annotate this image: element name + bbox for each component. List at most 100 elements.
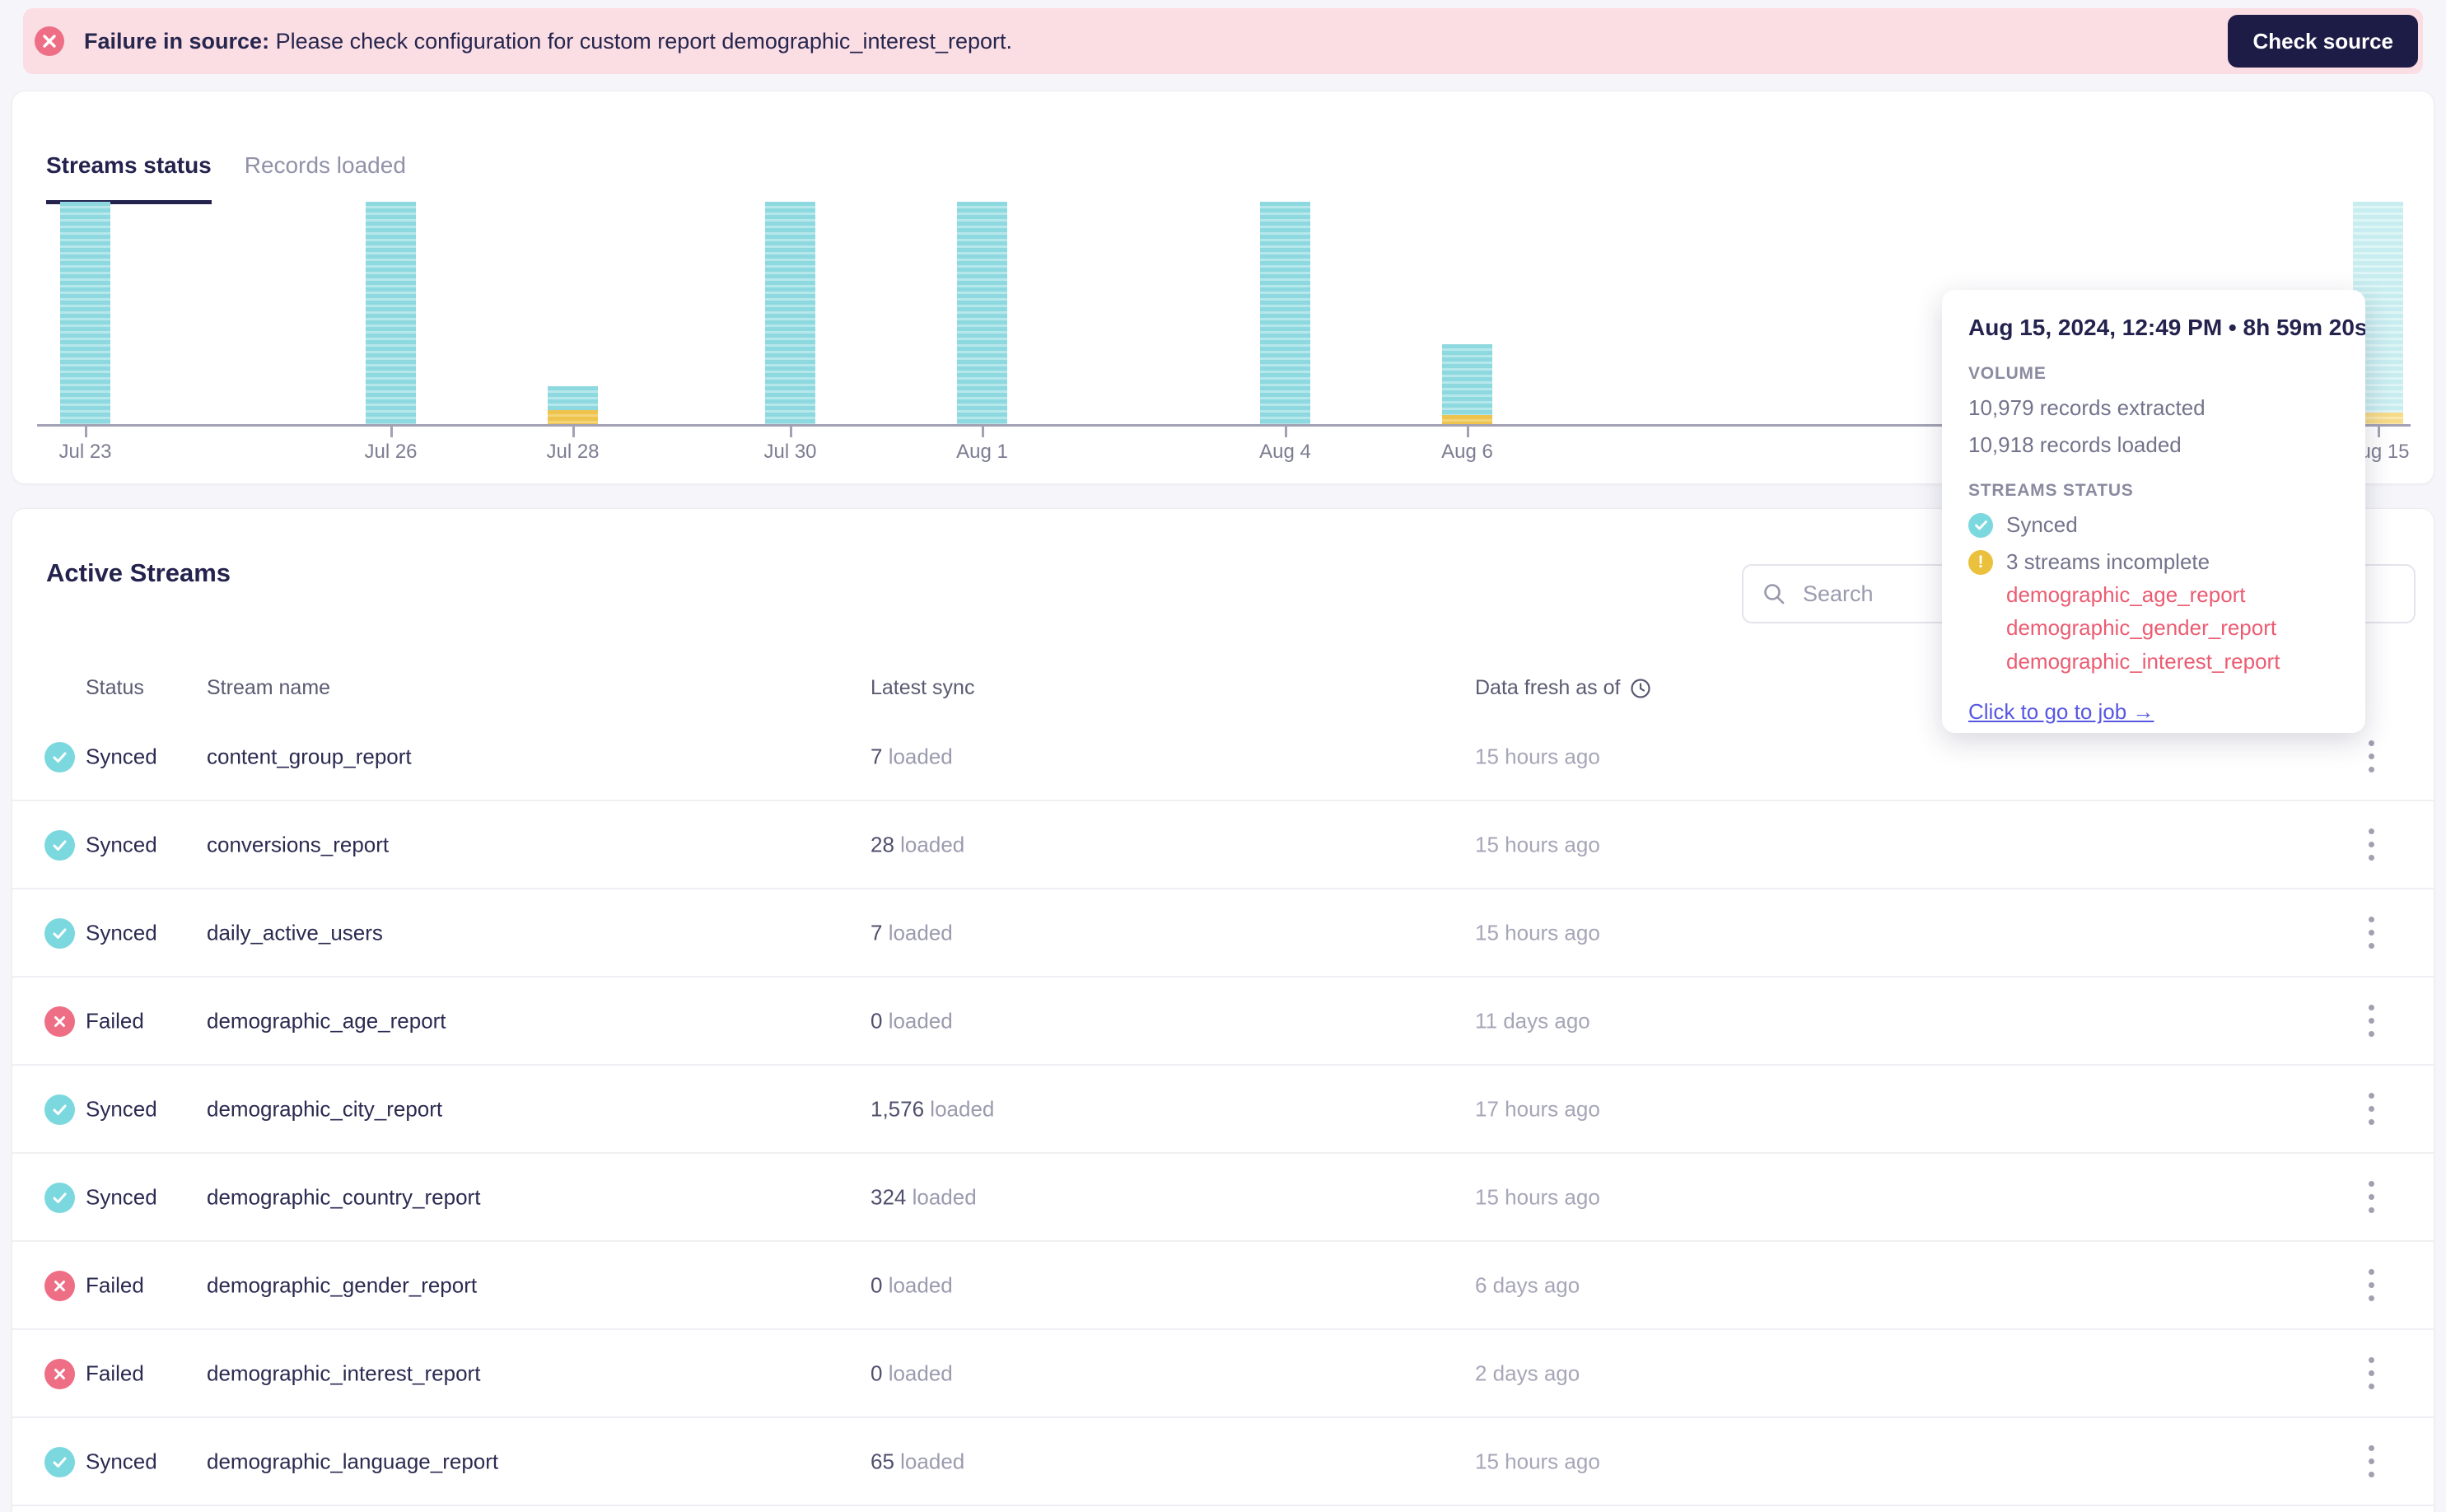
records-extracted: 10,979 records extracted bbox=[1968, 395, 2206, 420]
stream-name: demographic_country_report bbox=[207, 1184, 481, 1209]
latest-sync-value: 28 loaded bbox=[871, 832, 965, 856]
axis-tick-label: Aug 6 bbox=[1441, 441, 1493, 463]
tooltip-title: Aug 15, 2024, 12:49 PM • 8h 59m 20s bbox=[1968, 315, 2365, 340]
status-badge-icon bbox=[44, 1271, 75, 1301]
clock-icon bbox=[1631, 678, 1651, 698]
go-to-job-link[interactable]: Click to go to job → bbox=[1968, 699, 2154, 725]
status-badge-icon bbox=[44, 1359, 75, 1389]
col-data-fresh: Data fresh as of bbox=[1475, 676, 1651, 700]
incomplete-stream-list: demographic_age_report demographic_gender… bbox=[2006, 578, 2339, 678]
stream-name: demographic_age_report bbox=[207, 1008, 446, 1033]
error-icon bbox=[35, 26, 64, 56]
status-label: Failed bbox=[86, 1360, 144, 1385]
axis-tick-label: Jul 23 bbox=[58, 441, 112, 463]
row-menu-button[interactable] bbox=[2351, 908, 2391, 958]
axis-tick bbox=[789, 427, 792, 437]
status-badge-icon bbox=[44, 918, 75, 949]
axis-tick bbox=[84, 427, 87, 437]
section-title: Active Streams bbox=[46, 558, 231, 587]
incomplete-stream-link[interactable]: demographic_age_report bbox=[2006, 578, 2339, 611]
warning-icon: ! bbox=[1968, 549, 1993, 575]
status-badge-icon bbox=[44, 1447, 75, 1477]
status-label: Synced bbox=[86, 832, 157, 856]
synced-status-row: Synced bbox=[1968, 512, 2339, 538]
chart-bar[interactable] bbox=[60, 202, 110, 424]
chart-bar[interactable] bbox=[1442, 344, 1492, 424]
data-fresh-value: 15 hours ago bbox=[1475, 832, 1600, 856]
table-row: Synced demographic_language_report 65 lo… bbox=[12, 1418, 2434, 1506]
latest-sync-value: 0 loaded bbox=[871, 1360, 953, 1385]
stream-name: demographic_language_report bbox=[207, 1449, 499, 1473]
table-row: Failed demographic_age_report 0 loaded 1… bbox=[12, 978, 2434, 1066]
col-stream-name: Stream name bbox=[207, 676, 331, 699]
search-icon bbox=[1764, 584, 1785, 604]
data-fresh-value: 15 hours ago bbox=[1475, 744, 1600, 768]
table-row: Synced daily_active_users 7 loaded 15 ho… bbox=[12, 889, 2434, 978]
axis-tick bbox=[572, 427, 575, 437]
table-row: Synced demographic_country_report 324 lo… bbox=[12, 1154, 2434, 1242]
incomplete-stream-link[interactable]: demographic_interest_report bbox=[2006, 645, 2339, 678]
records-loaded: 10,918 records loaded bbox=[1968, 432, 2182, 457]
axis-tick bbox=[981, 427, 984, 437]
check-source-button[interactable]: Check source bbox=[2228, 15, 2418, 68]
chart-bar[interactable] bbox=[1260, 202, 1310, 424]
data-fresh-value: 15 hours ago bbox=[1475, 920, 1600, 945]
status-badge-icon bbox=[44, 1094, 75, 1125]
data-fresh-value: 15 hours ago bbox=[1475, 1184, 1600, 1209]
incomplete-stream-link[interactable]: demographic_gender_report bbox=[2006, 611, 2339, 644]
latest-sync-value: 0 loaded bbox=[871, 1272, 953, 1297]
sync-dashboard: Failure in source: Please check configur… bbox=[0, 0, 2446, 1512]
synced-check-icon bbox=[1968, 512, 1993, 538]
chart-bar-warning-segment bbox=[1442, 415, 1492, 424]
stream-name: demographic_interest_report bbox=[207, 1360, 481, 1385]
row-menu-button[interactable] bbox=[2351, 1349, 2391, 1398]
col-latest-sync: Latest sync bbox=[871, 676, 975, 699]
status-label: Failed bbox=[86, 1008, 144, 1033]
row-menu-button[interactable] bbox=[2351, 1173, 2391, 1222]
axis-tick-label: Aug 4 bbox=[1259, 441, 1311, 463]
latest-sync-value: 7 loaded bbox=[871, 744, 953, 768]
row-menu-button[interactable] bbox=[2351, 820, 2391, 870]
status-badge-icon bbox=[44, 1183, 75, 1213]
table-row: Synced conversions_report 28 loaded 15 h… bbox=[12, 801, 2434, 889]
volume-label: VOLUME bbox=[1968, 364, 2047, 383]
status-label: Synced bbox=[86, 744, 157, 768]
axis-tick bbox=[1466, 427, 1469, 437]
row-menu-button[interactable] bbox=[2351, 1261, 2391, 1310]
chart-bar-warning-segment bbox=[548, 410, 598, 424]
data-fresh-value: 6 days ago bbox=[1475, 1272, 1580, 1297]
table-row: Failed demographic_interest_report 0 loa… bbox=[12, 1330, 2434, 1418]
chart-bar[interactable] bbox=[366, 202, 416, 424]
data-fresh-value: 15 hours ago bbox=[1475, 1449, 1600, 1473]
stream-name: demographic_city_report bbox=[207, 1096, 443, 1121]
synced-status-text: Synced bbox=[2006, 512, 2078, 537]
latest-sync-value: 7 loaded bbox=[871, 920, 953, 945]
row-menu-button[interactable] bbox=[2351, 1437, 2391, 1486]
error-banner: Failure in source: Please check configur… bbox=[23, 8, 2423, 74]
data-fresh-value: 17 hours ago bbox=[1475, 1096, 1600, 1121]
latest-sync-value: 0 loaded bbox=[871, 1008, 953, 1033]
table-row: Synced demographic_city_report 1,576 loa… bbox=[12, 1066, 2434, 1154]
chart-bar[interactable] bbox=[765, 202, 815, 424]
table-row: Failed demographic_gender_report 0 loade… bbox=[12, 1242, 2434, 1330]
latest-sync-value: 324 loaded bbox=[871, 1184, 977, 1209]
incomplete-status-row: ! 3 streams incomplete bbox=[1968, 549, 2339, 575]
row-menu-button[interactable] bbox=[2351, 996, 2391, 1046]
stream-name: daily_active_users bbox=[207, 920, 383, 945]
chart-bar[interactable] bbox=[548, 386, 598, 424]
status-label: Synced bbox=[86, 1184, 157, 1209]
status-badge-icon bbox=[44, 742, 75, 772]
axis-tick bbox=[390, 427, 393, 437]
data-fresh-value: 11 days ago bbox=[1475, 1008, 1590, 1033]
row-menu-button[interactable] bbox=[2351, 732, 2391, 782]
stream-name: demographic_gender_report bbox=[207, 1272, 478, 1297]
status-label: Failed bbox=[86, 1272, 144, 1297]
chart-bar[interactable] bbox=[957, 202, 1007, 424]
axis-tick-label: Jul 30 bbox=[763, 441, 817, 463]
row-menu-button[interactable] bbox=[2351, 1085, 2391, 1134]
status-label: Synced bbox=[86, 1096, 157, 1121]
axis-tick bbox=[1284, 427, 1287, 437]
chart-tooltip: Aug 15, 2024, 12:49 PM • 8h 59m 20s VOLU… bbox=[1942, 290, 2365, 733]
status-label: Synced bbox=[86, 920, 157, 945]
axis-tick-label: Aug 1 bbox=[956, 441, 1008, 463]
